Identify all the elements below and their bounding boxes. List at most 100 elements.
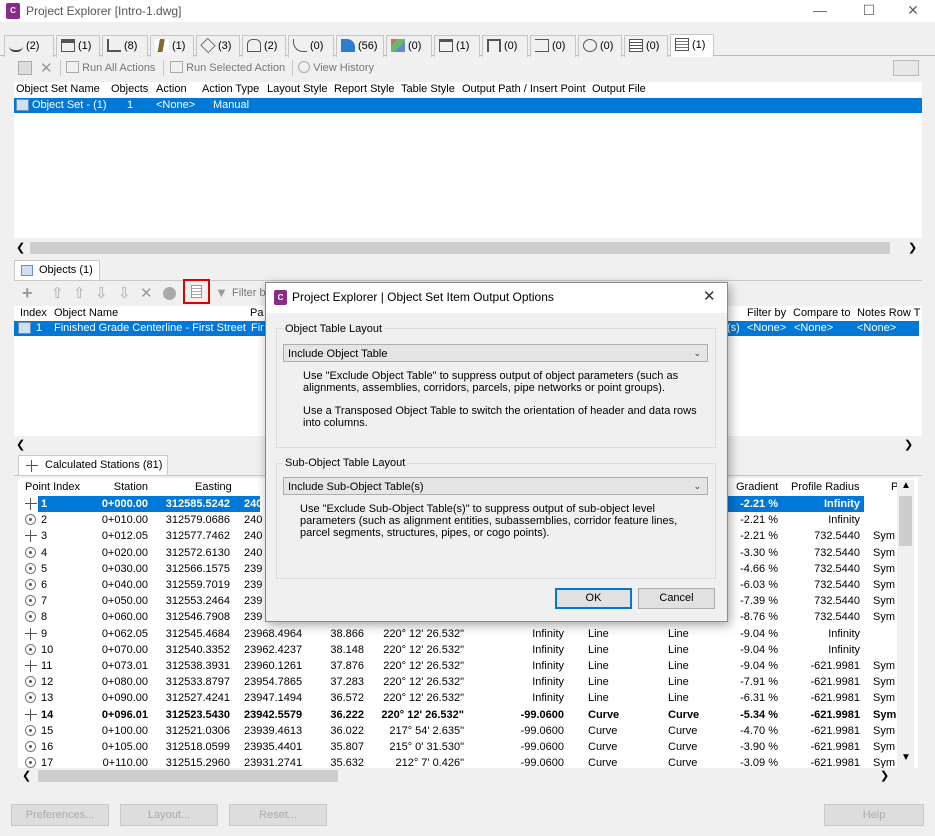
vertical-scrollbar[interactable]: ▲ ▼ xyxy=(897,480,914,768)
scroll-thumb[interactable] xyxy=(38,770,338,782)
p-cell: Sym xyxy=(873,708,897,721)
col-profile-radius[interactable]: Profile Radius xyxy=(791,481,859,493)
minimize-button[interactable]: — xyxy=(797,0,843,22)
output-options-button[interactable] xyxy=(183,279,210,304)
tab-section-views[interactable]: (0) xyxy=(530,35,576,57)
run-all-actions-button[interactable]: Run All Actions xyxy=(66,61,155,74)
tab-alignments[interactable]: (2) xyxy=(4,35,54,57)
preferences-button[interactable]: Preferences... xyxy=(11,804,109,826)
view-history-button[interactable]: View History xyxy=(298,61,374,74)
tab-surfaces[interactable]: (0) xyxy=(386,35,432,57)
scroll-left-icon[interactable]: ❮ xyxy=(22,769,31,782)
tab-pipe-networks[interactable]: (1) xyxy=(434,35,480,57)
bearing-cell: 220° 12' 26.532" xyxy=(383,660,464,672)
move-bottom-icon[interactable]: ⇩ xyxy=(118,284,131,302)
scroll-right-icon[interactable]: ❯ xyxy=(904,438,913,451)
col-point-index[interactable]: Point Index xyxy=(25,481,80,493)
tab-calculated-stations[interactable]: Calculated Stations (81) xyxy=(18,455,168,476)
tab-profiles[interactable]: (56) xyxy=(336,35,384,57)
object-table-layout-select[interactable]: Include Object Table ⌄ xyxy=(283,344,708,362)
maximize-button[interactable]: ☐ xyxy=(846,0,892,22)
scroll-left-icon[interactable]: ❮ xyxy=(16,438,25,451)
object-set-icon xyxy=(16,99,29,111)
col-table-style[interactable]: Table Style xyxy=(401,83,455,95)
tab-intersections[interactable]: (3) xyxy=(196,35,240,57)
col-action[interactable]: Action xyxy=(156,83,187,95)
col-object-set-name[interactable]: Object Set Name xyxy=(16,83,100,95)
table-row[interactable]: 10 0+070.00 312540.3352 23962.4237 38.148 220… xyxy=(18,642,918,658)
tab-roads[interactable]: (1) xyxy=(150,35,194,57)
p-cell: Sym xyxy=(873,692,895,705)
table-row[interactable]: 13 0+090.00 312527.4241 23947.1494 36.572 220… xyxy=(18,690,918,706)
horizontal-scrollbar[interactable]: ❮ ❯ xyxy=(18,768,898,784)
delete-icon[interactable]: ✕ xyxy=(40,59,53,77)
tab-object-sets[interactable]: (1) xyxy=(670,34,714,57)
col-index[interactable]: Index xyxy=(20,307,47,319)
col-easting[interactable]: Easting xyxy=(195,481,232,493)
cancel-button[interactable]: Cancel xyxy=(638,588,715,609)
col-object-name[interactable]: Object Name xyxy=(54,307,118,319)
col-notes-row[interactable]: Notes Row T xyxy=(857,307,920,319)
col-output-path[interactable]: Output Path / Insert Point xyxy=(462,83,586,95)
point-index-cell: 6 xyxy=(41,579,48,591)
type-cell: Line xyxy=(588,660,609,672)
close-window-button[interactable]: ✕ xyxy=(890,0,935,22)
col-action-type[interactable]: Action Type xyxy=(202,83,259,95)
col-station[interactable]: Station xyxy=(108,481,148,493)
table-row[interactable]: 15 0+100.00 312521.0306 23939.4613 36.022 217… xyxy=(18,723,918,739)
station-point-icon xyxy=(25,757,36,768)
move-top-icon[interactable]: ⇧ xyxy=(51,284,64,302)
sub-object-table-layout-select[interactable]: Include Sub-Object Table(s) ⌄ xyxy=(283,477,708,495)
bearing-cell: 217° 54' 2.635" xyxy=(389,724,464,737)
point-index-cell: 1 xyxy=(41,498,48,510)
scroll-left-icon[interactable]: ❮ xyxy=(16,241,25,254)
scroll-right-icon[interactable]: ❯ xyxy=(880,769,889,782)
tab-feature-lines[interactable]: (0) xyxy=(288,35,334,57)
scroll-up-icon[interactable]: ▲ xyxy=(901,480,911,491)
table-row[interactable]: Object Set - (1) 1 <None> Manual xyxy=(14,98,922,113)
help-button[interactable]: Help xyxy=(824,804,924,826)
horizontal-scrollbar[interactable]: ❮ ❯ xyxy=(14,240,922,256)
tab-parcels[interactable]: (2) xyxy=(242,35,286,57)
table-row[interactable]: 11 0+073.01 312538.3931 23960.1261 37.876 220… xyxy=(18,658,918,674)
remove-icon[interactable]: ✕ xyxy=(140,284,153,302)
tab-objects[interactable]: Objects (1) xyxy=(14,260,100,281)
tab-corridors[interactable]: (8) xyxy=(102,35,148,57)
move-up-icon[interactable]: ⇧ xyxy=(73,284,86,302)
tab-assemblies[interactable]: (1) xyxy=(56,35,100,57)
col-compare-to[interactable]: Compare to xyxy=(793,307,850,319)
tab-point-groups[interactable]: (0) xyxy=(578,35,622,57)
table-row[interactable]: 12 0+080.00 312533.8797 23954.7865 37.283 220… xyxy=(18,674,918,690)
layout-menu-icon[interactable] xyxy=(893,60,919,76)
profile-radius-cell: -621.9981 xyxy=(810,741,860,753)
scroll-thumb[interactable] xyxy=(30,242,890,254)
table-row[interactable]: 14 0+096.01 312523.5430 23942.5579 36.222 220… xyxy=(18,707,918,723)
scroll-thumb[interactable] xyxy=(899,496,912,546)
scroll-right-icon[interactable]: ❯ xyxy=(908,241,917,254)
add-object-set-icon[interactable] xyxy=(18,61,32,75)
col-report-style[interactable]: Report Style xyxy=(334,83,395,95)
col-filter-by[interactable]: Filter by xyxy=(747,307,786,319)
run-selected-action-button[interactable]: Run Selected Action xyxy=(170,61,285,74)
add-icon[interactable]: + xyxy=(22,283,33,304)
northing-cell: 23968.4964 xyxy=(244,627,303,640)
ok-button[interactable]: OK xyxy=(555,588,632,609)
table-row[interactable]: 16 0+105.00 312518.0599 23935.4401 35.807 215… xyxy=(18,739,918,755)
title-bar: C Project Explorer [Intro-1.dwg] — ☐ ✕ xyxy=(0,0,935,22)
filter-input[interactable]: Filter b xyxy=(232,287,266,299)
col-pa[interactable]: Pa xyxy=(250,307,263,319)
clear-icon[interactable] xyxy=(163,287,176,300)
col-gradient[interactable]: Gradient xyxy=(736,481,778,493)
col-objects[interactable]: Objects xyxy=(111,83,148,95)
col-output-file[interactable]: Output File xyxy=(592,83,646,95)
dialog-close-icon[interactable]: ✕ xyxy=(703,287,716,305)
col-layout-style[interactable]: Layout Style xyxy=(267,83,328,95)
tab-tables[interactable]: (0) xyxy=(624,35,668,57)
table-row[interactable]: 17 0+110.00 312515.2960 23931.2741 35.632 212… xyxy=(18,755,918,768)
layout-button[interactable]: Layout... xyxy=(120,804,218,826)
move-down-icon[interactable]: ⇩ xyxy=(95,284,108,302)
table-row[interactable]: 9 0+062.05 312545.4684 23968.4964 38.866 220°… xyxy=(18,626,918,642)
scroll-down-icon[interactable]: ▼ xyxy=(901,752,911,763)
tab-pressure-networks[interactable]: (0) xyxy=(482,35,528,57)
reset-button[interactable]: Reset... xyxy=(229,804,327,826)
